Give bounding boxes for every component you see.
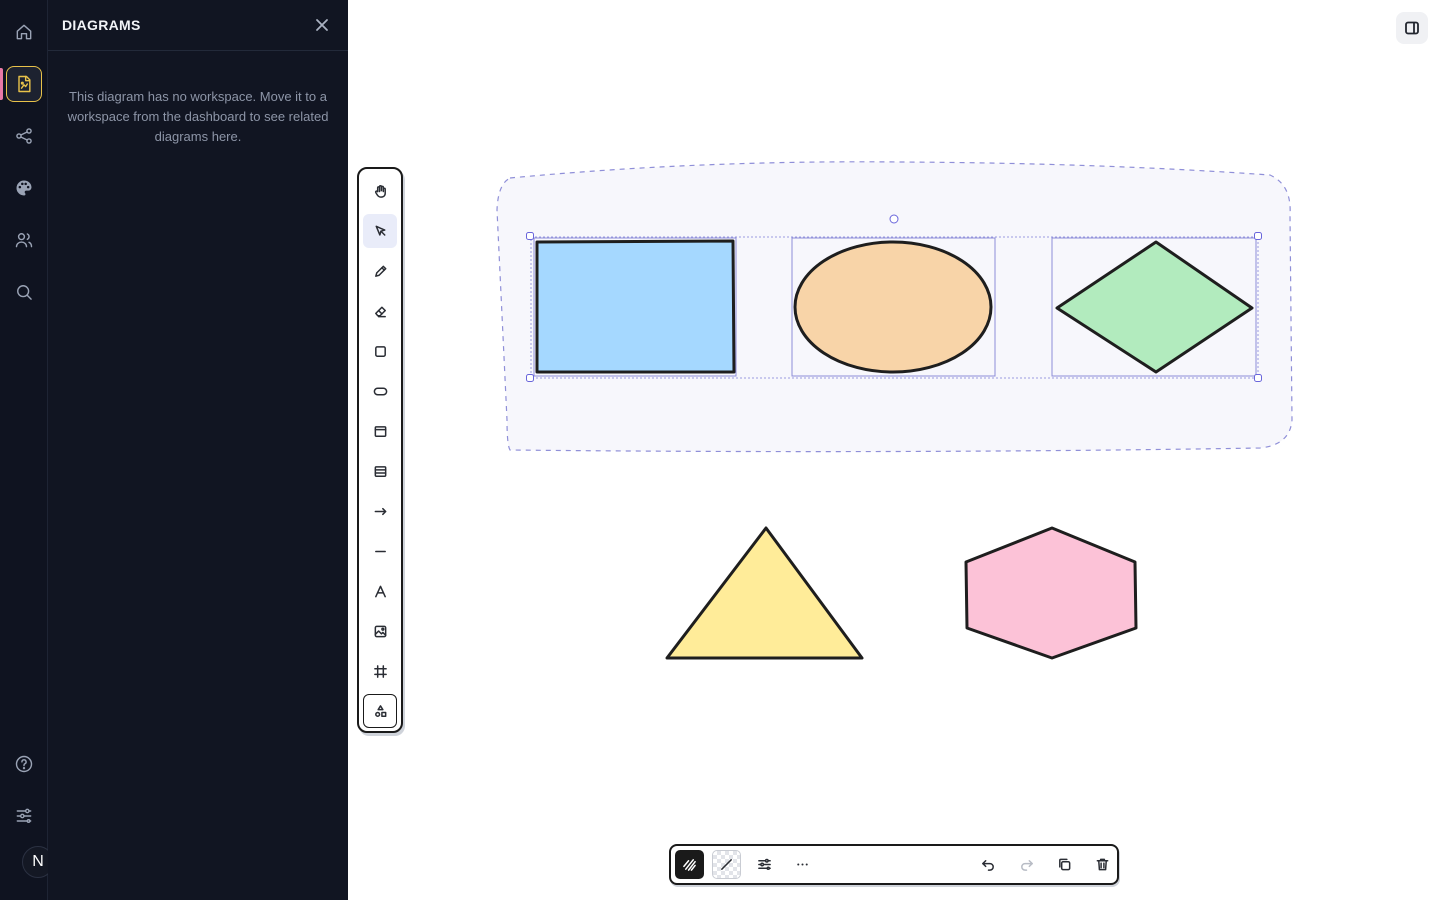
help-icon <box>15 755 33 773</box>
ellipse-tool[interactable] <box>363 374 397 408</box>
more-icon <box>797 863 808 866</box>
shapes-library-tool[interactable] <box>363 694 397 728</box>
frame-icon <box>374 425 386 437</box>
duplicate-icon <box>1059 858 1071 871</box>
search-button[interactable] <box>6 274 42 310</box>
redo-button[interactable] <box>1012 850 1041 879</box>
orange-ellipse-shape[interactable] <box>793 240 993 374</box>
more-options-button[interactable] <box>788 850 817 879</box>
share-icon <box>16 128 32 144</box>
image-icon <box>374 625 386 637</box>
sidebar-icon <box>1405 21 1419 35</box>
help-button[interactable] <box>6 746 42 782</box>
collaborators-button[interactable] <box>6 222 42 258</box>
panel-header: DIAGRAMS <box>48 0 348 51</box>
search-icon <box>17 285 32 300</box>
settings-button[interactable] <box>6 798 42 834</box>
theme-button[interactable] <box>6 170 42 206</box>
image-tool[interactable] <box>363 614 397 648</box>
yellow-triangle-shape[interactable] <box>665 526 864 660</box>
eraser-icon <box>374 306 386 317</box>
sliders-icon <box>16 808 32 823</box>
redo-icon <box>1021 860 1033 871</box>
close-panel-button[interactable] <box>310 13 334 37</box>
palette-icon <box>16 180 32 196</box>
undo-button[interactable] <box>974 850 1003 879</box>
table-icon <box>374 465 386 477</box>
text-tool[interactable] <box>363 574 397 608</box>
frame-grid-tool[interactable] <box>363 654 397 688</box>
frame-tool[interactable] <box>363 414 397 448</box>
pink-hexagon-shape[interactable] <box>964 526 1138 660</box>
pointer-icon <box>375 225 385 236</box>
line-tool[interactable] <box>363 534 397 568</box>
close-icon <box>316 19 328 31</box>
table-tool[interactable] <box>363 454 397 488</box>
eraser-tool[interactable] <box>363 294 397 328</box>
adjust-button[interactable] <box>750 850 779 879</box>
line-icon <box>374 550 386 552</box>
arrow-tool[interactable] <box>363 494 397 528</box>
empty-workspace-message: This diagram has no workspace. Move it t… <box>67 89 329 144</box>
select-tool[interactable] <box>363 214 397 248</box>
duplicate-button[interactable] <box>1050 850 1079 879</box>
pencil-icon <box>374 265 386 277</box>
share-button[interactable] <box>6 118 42 154</box>
panel-title: DIAGRAMS <box>62 17 141 33</box>
drawing-canvas[interactable] <box>348 0 1440 900</box>
fill-style-icon <box>721 859 732 870</box>
hand-icon <box>374 184 386 198</box>
arrow-icon <box>374 507 386 515</box>
diagram-icon <box>18 75 31 93</box>
ellipse-icon <box>373 386 387 396</box>
hand-tool[interactable] <box>363 174 397 208</box>
pencil-tool[interactable] <box>363 254 397 288</box>
diagrams-button[interactable] <box>6 66 42 102</box>
delete-button[interactable] <box>1088 850 1117 879</box>
sidebar-toggle-button[interactable] <box>1396 12 1428 44</box>
stroke-style-button[interactable] <box>675 850 704 879</box>
home-icon <box>16 24 32 40</box>
fill-style-button[interactable] <box>712 850 741 879</box>
adjust-icon <box>758 858 771 871</box>
rectangle-icon <box>374 345 386 357</box>
app-rail: N <box>0 0 54 900</box>
blue-rectangle-shape[interactable] <box>535 239 736 374</box>
delete-icon <box>1096 858 1109 871</box>
home-button[interactable] <box>6 14 42 50</box>
tool-palette <box>357 167 403 733</box>
users-icon <box>15 233 33 248</box>
stroke-style-icon <box>683 859 696 871</box>
element-action-bar <box>669 844 1119 885</box>
frame-grid-icon <box>373 664 387 678</box>
active-indicator <box>0 68 3 100</box>
rectangle-tool[interactable] <box>363 334 397 368</box>
undo-icon <box>982 860 994 871</box>
shapes-icon <box>374 704 386 717</box>
text-icon <box>374 585 386 597</box>
diagrams-panel: DIAGRAMS This diagram has no workspace. … <box>48 0 348 900</box>
